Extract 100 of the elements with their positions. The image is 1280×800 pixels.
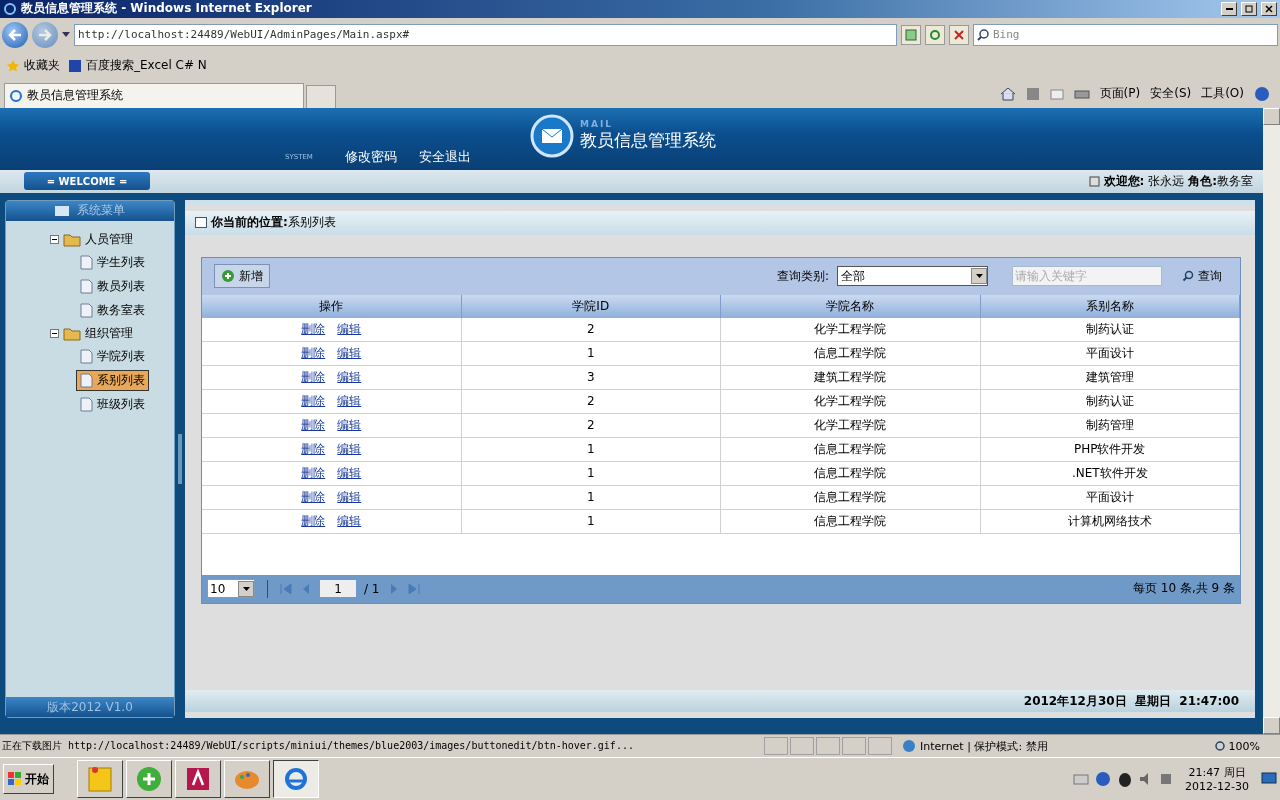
plus-circle-icon [221, 269, 235, 284]
row-action-link[interactable]: 删除 [301, 344, 326, 362]
search-button[interactable]: 查询 [1176, 266, 1228, 286]
splitter-handle[interactable] [178, 433, 182, 484]
row-action-link[interactable]: 编辑 [337, 440, 362, 458]
folder-icon [63, 326, 81, 341]
envelope-icon [530, 113, 574, 158]
table-cell: 2 [461, 317, 721, 341]
category-select[interactable]: 全部 [837, 266, 988, 287]
document-icon [80, 348, 93, 364]
row-action-link[interactable]: 编辑 [337, 368, 362, 386]
user-card-icon [1088, 175, 1100, 187]
row-action-link[interactable]: 删除 [301, 320, 326, 338]
document-icon [80, 372, 93, 388]
row-action-link[interactable]: 删除 [301, 416, 326, 434]
document-icon [80, 278, 93, 294]
collapse-icon[interactable] [50, 329, 59, 339]
close-icon [1265, 4, 1273, 13]
row-action-link[interactable]: 删除 [301, 368, 326, 386]
add-button[interactable]: 新增 [214, 264, 270, 289]
note-icon [87, 765, 113, 794]
status-text: 正在下载图片 http://localhost:24489/WebUI/scripts/miniui/themes/blue2003/images/buttonedit/btn-hover.gif... [1, 739, 635, 754]
table-cell: 制药认证 [980, 389, 1240, 413]
table-cell: 化学工程学院 [721, 389, 981, 413]
restore-button[interactable] [1241, 1, 1257, 16]
panel-icon [195, 217, 207, 229]
window-title: 教员信息管理系统 - Windows Internet Explorer [21, 0, 313, 18]
tree-item[interactable]: 学院列表 [76, 345, 149, 367]
command-menu[interactable]: 页面(P) [1099, 85, 1141, 103]
table-cell: 3 [461, 365, 721, 389]
collapse-icon[interactable] [50, 235, 59, 245]
address-field[interactable]: http://localhost:24489/WebUI/AdminPages/Main.aspx# [74, 23, 897, 46]
command-menu[interactable]: 安全(S) [1150, 85, 1192, 103]
table-cell: 信息工程学院 [721, 509, 981, 533]
table-cell: 1 [461, 509, 721, 533]
zoom-icon [1213, 740, 1226, 753]
compatibility-button[interactable] [901, 24, 921, 45]
search-icon [1182, 270, 1194, 283]
scrollbar[interactable] [1263, 107, 1280, 735]
favorites-item[interactable]: 百度搜索_Excel C# N [68, 57, 207, 75]
tree-item[interactable]: 教员列表 [76, 275, 149, 297]
tree-item[interactable]: 系别列表 [76, 369, 149, 391]
start-button[interactable]: 开始 [3, 764, 54, 795]
table-cell: 平面设计 [980, 485, 1240, 509]
row-action-link[interactable]: 删除 [301, 440, 326, 458]
keyword-field[interactable]: 请输入关键字 [1012, 266, 1162, 287]
row-action-link[interactable]: 编辑 [337, 464, 362, 482]
row-action-link[interactable]: 删除 [301, 488, 326, 506]
taskbar-app[interactable] [273, 760, 319, 799]
table-cell: .NET软件开发 [980, 461, 1240, 485]
header-link[interactable]: 安全退出 [418, 147, 471, 166]
row-action-link[interactable]: 编辑 [337, 512, 362, 530]
tree-item[interactable]: 教务室表 [76, 299, 149, 321]
minimize-button[interactable] [1221, 1, 1237, 16]
row-action-link[interactable]: 编辑 [337, 488, 362, 506]
windows-logo-icon [8, 772, 22, 787]
row-action-link[interactable]: 删除 [301, 464, 326, 482]
page-size-select[interactable]: 10 [207, 579, 255, 599]
total-pages: / 1 [364, 581, 380, 596]
header-link[interactable]: 修改密码 [344, 147, 397, 166]
arrow-right-icon [38, 28, 52, 41]
refresh-icon [929, 28, 941, 41]
welcome-text: 欢迎您: 张永远 [1103, 172, 1185, 190]
role-text: 角色:教务室 [1188, 172, 1253, 190]
command-menu[interactable]: 工具(O) [1201, 85, 1244, 103]
page-summary: 每页 10 条,共 9 条 [1133, 580, 1235, 598]
stop-button[interactable] [949, 24, 969, 45]
close-button[interactable] [1261, 1, 1277, 16]
column-header: 操作 [202, 294, 462, 318]
back-button[interactable] [2, 21, 28, 48]
site-title: 教员信息管理系统 [580, 129, 716, 153]
row-action-link[interactable]: 删除 [301, 512, 326, 530]
status-pane [816, 737, 840, 756]
column-header: 学院名称 [721, 294, 981, 318]
search-icon [977, 28, 989, 41]
caret-icon [242, 586, 250, 591]
tree-item[interactable]: 班级列表 [76, 393, 149, 415]
envelope-icon [55, 205, 69, 216]
row-action-link[interactable]: 编辑 [337, 392, 362, 410]
tree-folder[interactable]: 人员管理 [85, 231, 133, 249]
page-field[interactable]: 1 [320, 580, 356, 598]
tree-folder[interactable]: 组织管理 [85, 325, 133, 343]
folder-icon [63, 232, 81, 247]
refresh-button[interactable] [925, 24, 945, 45]
last-page-icon [407, 583, 420, 594]
column-header: 学院ID [461, 294, 721, 318]
status-pane [764, 737, 788, 756]
row-action-link[interactable]: 删除 [301, 392, 326, 410]
table-cell: 平面设计 [980, 341, 1240, 365]
close-icon [954, 29, 964, 40]
restore-icon [1244, 4, 1254, 14]
zoom-control[interactable]: 100% [1213, 739, 1280, 753]
row-action-link[interactable]: 编辑 [337, 416, 362, 434]
row-action-link[interactable]: 编辑 [337, 320, 362, 338]
browser-tab[interactable]: 教员信息管理系统 [4, 82, 304, 108]
search-field[interactable]: Bing [973, 23, 1278, 46]
table-cell: 化学工程学院 [721, 317, 981, 341]
row-action-link[interactable]: 编辑 [337, 344, 362, 362]
tree-item[interactable]: 学生列表 [76, 251, 149, 273]
favorites-item[interactable]: 收藏夹 [6, 57, 60, 75]
